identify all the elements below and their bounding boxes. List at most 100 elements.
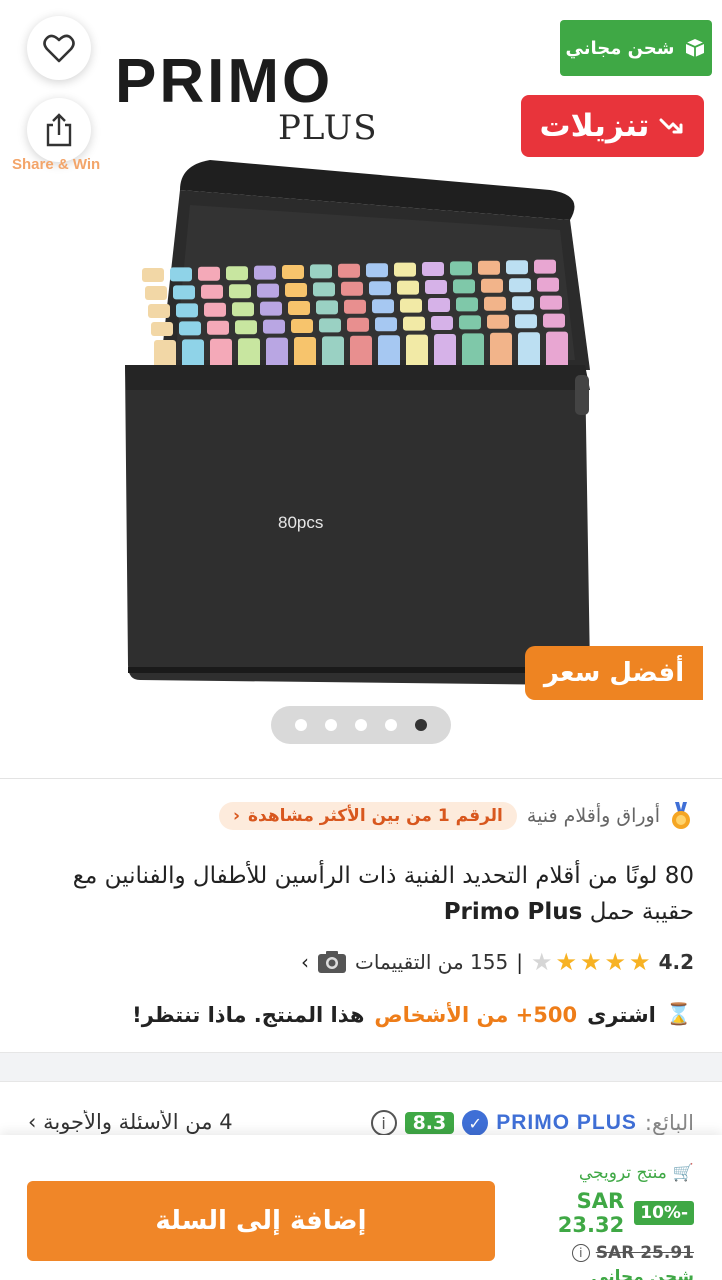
marker-cap [198, 266, 220, 281]
favorite-button[interactable] [27, 16, 91, 80]
pager-dot[interactable] [325, 719, 337, 731]
free-shipping-badge-text: شحن مجاني [565, 37, 675, 59]
pager-dot-active[interactable] [415, 719, 427, 731]
star-empty-icon: ★ [530, 948, 553, 976]
marker-cap [235, 320, 257, 335]
product-page: 80pcs Share & Win PRIMO PLUS شحن مجاني ت… [0, 0, 722, 1280]
seller-label: البائع: [644, 1111, 694, 1135]
info-icon[interactable]: i [370, 1110, 397, 1136]
sales-badge-text: تنزيلات [539, 108, 650, 144]
bought-suffix: هذا المنتج. ماذا تنتظر! [132, 1002, 365, 1027]
star-icon: ★ [555, 948, 578, 976]
reviews-count: 155 من التقييمات [355, 950, 509, 974]
box-icon [686, 39, 705, 57]
marker-cap [288, 301, 310, 315]
brand-logo: PRIMO PLUS [115, 47, 377, 150]
marker-cap [456, 297, 478, 312]
share-and-win-label[interactable]: Share & Win [12, 156, 100, 173]
hourglass-icon: ⌛ [665, 1002, 692, 1026]
marker-cap [142, 268, 164, 282]
category-row: أوراق وأقلام فنية الرقم 1 من بين الأكثر … [219, 802, 692, 830]
marker-cap [347, 317, 369, 332]
star-icon: ★ [580, 948, 602, 976]
qa-link[interactable]: 4 من الأسئلة والأجوبة › [28, 1110, 233, 1134]
category-link[interactable]: أوراق وأقلام فنية [527, 805, 660, 827]
most-viewed-badge[interactable]: الرقم 1 من بين الأكثر مشاهدة ‹ [219, 802, 517, 830]
marker-cap [400, 298, 422, 313]
marker-cap [291, 319, 313, 333]
marker-cap [260, 301, 282, 316]
marker-cap [425, 280, 447, 294]
share-icon [46, 113, 72, 147]
pager-dot[interactable] [355, 719, 367, 731]
marker-cap [540, 295, 562, 310]
marker-cap [170, 267, 192, 282]
product-photo: 80pcs [125, 160, 590, 685]
rating-divider: | [516, 950, 523, 974]
marker-cap [487, 314, 509, 329]
marker-cap [338, 263, 360, 278]
cart-icon: 🛒 [672, 1163, 694, 1183]
divider [0, 778, 722, 779]
seller-score: 8.3 [404, 1112, 455, 1134]
marker-cap [366, 263, 388, 278]
marker-cap [534, 259, 556, 274]
marker-cap [537, 277, 559, 292]
marker-cap [481, 278, 503, 293]
promo-row: 🛒 منتج ترويجي [514, 1163, 694, 1183]
add-to-cart-button[interactable]: إضافة إلى السلة [27, 1181, 495, 1261]
marker-cap [478, 260, 500, 275]
shipping-label: شحن مجاني [591, 1267, 694, 1280]
camera-icon [318, 951, 347, 973]
marker-cap [450, 261, 472, 276]
pager-dot[interactable] [385, 719, 397, 731]
info-icon[interactable]: i [571, 1244, 590, 1262]
bag-label: 80pcs [278, 513, 323, 532]
bought-highlight: 500+ من الأشخاص [374, 1002, 578, 1027]
marker-cap [285, 283, 307, 297]
marker-cap [515, 314, 537, 329]
product-title-rest: 80 لونًا من أقلام التحديد الفنية ذات الر… [72, 863, 694, 925]
pager-dot[interactable] [295, 719, 307, 731]
marker-cap [207, 320, 229, 335]
carousel-pager[interactable] [271, 706, 451, 744]
marker-cap [179, 321, 201, 336]
verified-icon: ✓ [462, 1110, 489, 1136]
marker-cap [226, 266, 248, 281]
marker-cap [422, 262, 444, 276]
product-image-carousel[interactable]: 80pcs Share & Win PRIMO PLUS شحن مجاني ت… [0, 0, 722, 760]
star-icon: ★ [629, 948, 651, 976]
rating-row[interactable]: 4.2 ★ ★ ★ ★ ★ | 155 من التقييمات › [301, 950, 694, 974]
marker-cap [319, 318, 341, 333]
marker-cap [428, 298, 450, 312]
discount-badge: -10% [634, 1201, 694, 1225]
marker-cap [453, 279, 475, 294]
current-price: SAR 23.32 [557, 1189, 625, 1237]
marker-cap [459, 315, 481, 330]
marker-cap [509, 278, 531, 293]
star-icon: ★ [604, 948, 627, 976]
marker-cap [151, 322, 173, 336]
share-button[interactable] [27, 98, 91, 162]
price-summary: 🛒 منتج ترويجي -10% SAR 23.32 SAR 25.91 i… [514, 1163, 694, 1280]
marker-cap [316, 300, 338, 315]
seller-name[interactable]: PRIMO PLUS [496, 1111, 637, 1135]
marker-cap [394, 262, 416, 277]
product-title-brand: Primo Plus [443, 899, 583, 925]
marker-cap [543, 313, 565, 328]
marker-cap [145, 286, 167, 300]
marker-cap [344, 299, 366, 314]
marker-cap [204, 302, 226, 317]
bottom-purchase-bar: إضافة إلى السلة 🛒 منتج ترويجي -10% SAR 2… [0, 1135, 722, 1280]
product-title: 80 لونًا من أقلام التحديد الفنية ذات الر… [34, 858, 694, 930]
rating-value: 4.2 [658, 950, 694, 974]
medal-icon [672, 802, 690, 829]
chevron-left-icon: ‹ [233, 806, 241, 826]
marker-cap [176, 303, 198, 318]
marker-cap [369, 281, 391, 296]
marker-cap [229, 284, 251, 299]
promo-label: منتج ترويجي [578, 1163, 667, 1183]
seller-info[interactable]: البائع: PRIMO PLUS ✓ 8.3 i [370, 1110, 694, 1136]
bought-prefix: اشترى [587, 1002, 656, 1027]
old-price: SAR 25.91 [595, 1243, 694, 1263]
